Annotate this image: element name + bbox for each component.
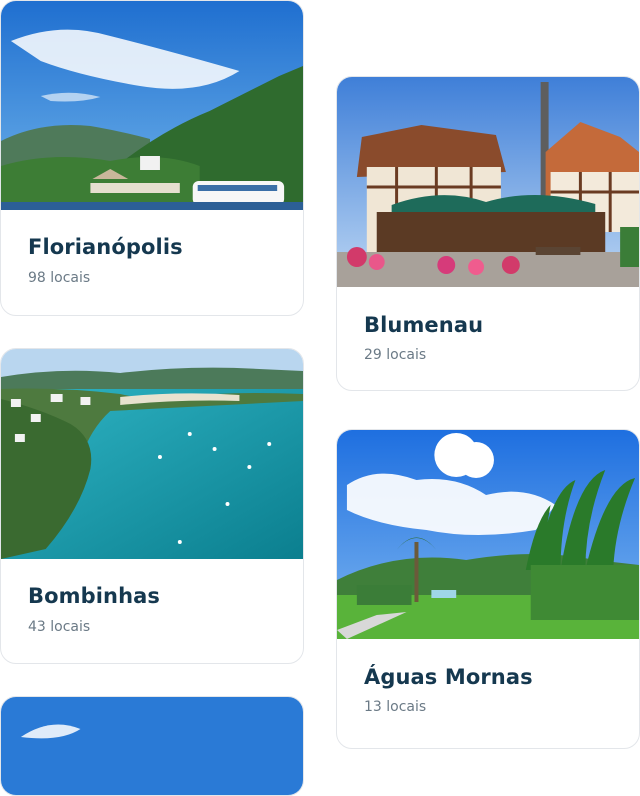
destination-name: Blumenau: [364, 313, 484, 337]
destination-card-bombinhas[interactable]: Bombinhas 43 locais: [0, 348, 304, 664]
destination-photo: [1, 1, 303, 210]
destination-name: Bombinhas: [28, 584, 161, 608]
destination-photo: [337, 430, 639, 639]
destination-count: 13 locais: [364, 699, 427, 715]
destination-count: 43 locais: [28, 619, 91, 635]
destination-card-blumenau[interactable]: Blumenau 29 locais: [336, 76, 640, 391]
destination-name: Florianópolis: [28, 235, 183, 259]
destination-card-partial[interactable]: [0, 696, 304, 796]
destination-photo: [1, 349, 303, 559]
destination-card-aguas-mornas[interactable]: Águas Mornas 13 locais: [336, 429, 640, 749]
destination-name: Águas Mornas: [364, 665, 533, 689]
destination-card-florianopolis[interactable]: Florianópolis 98 locais: [0, 0, 304, 316]
destination-count: 29 locais: [364, 347, 427, 363]
destination-photo: [337, 77, 639, 287]
destination-photo: [1, 697, 303, 795]
destination-count: 98 locais: [28, 270, 91, 286]
